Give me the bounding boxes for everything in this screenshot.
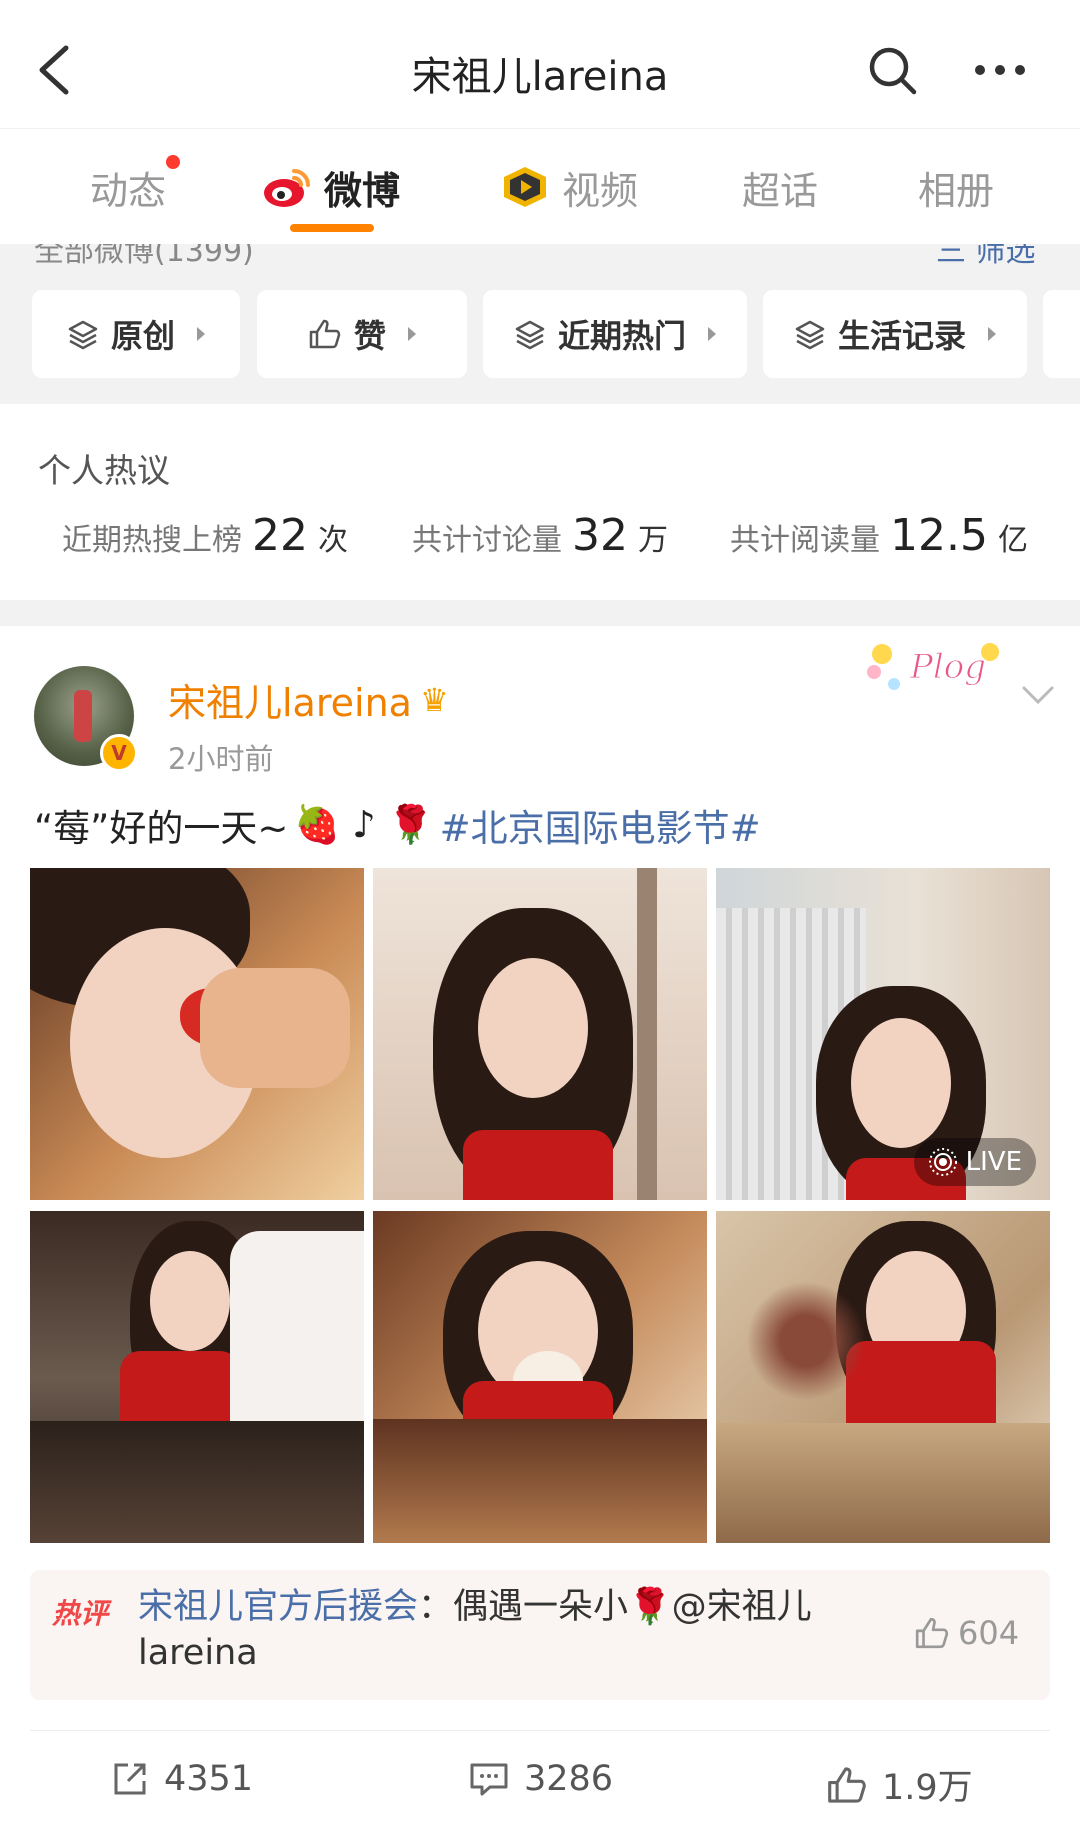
profile-tabs: 动态 微博 视频 超话 相册 bbox=[0, 128, 1080, 244]
weibo-logo-icon bbox=[264, 169, 310, 207]
share-button[interactable]: 4351 bbox=[110, 1759, 253, 1799]
caret-right-icon bbox=[197, 327, 205, 341]
post-emojis: 🍓 ♪ 🌹 bbox=[294, 803, 434, 846]
hashtag-link[interactable]: #北京国际电影节# bbox=[440, 798, 761, 852]
chip-label: 赞 bbox=[353, 317, 386, 355]
photo-grid: LIVE bbox=[30, 868, 1050, 1543]
filter-link[interactable]: 三 筛选 bbox=[936, 244, 1036, 270]
photo-3[interactable]: LIVE bbox=[716, 868, 1050, 1200]
photo-2[interactable] bbox=[373, 868, 707, 1200]
notification-dot bbox=[166, 155, 181, 169]
stat-value: 32 bbox=[572, 510, 628, 561]
stat-unit: 次 bbox=[318, 523, 348, 558]
like-button[interactable]: 1.9万 bbox=[826, 1759, 973, 1810]
all-posts-count: 全部微博(1399) bbox=[34, 244, 254, 269]
chip-label: 近期热门 bbox=[557, 317, 686, 355]
post-username[interactable]: 宋祖儿lareina ♛ bbox=[168, 672, 449, 727]
hot-comment-separator: ： bbox=[418, 1587, 454, 1627]
tab-video[interactable]: 视频 bbox=[500, 159, 638, 215]
section-divider bbox=[0, 600, 1080, 626]
svg-text:Plog: Plog bbox=[909, 647, 986, 687]
hot-comment-likes: 604 bbox=[958, 1614, 1020, 1652]
crown-icon: ♛ bbox=[419, 680, 449, 719]
tab-dynamic[interactable]: 动态 bbox=[90, 155, 181, 215]
like-count: 1.9万 bbox=[882, 1768, 973, 1808]
weibo-post: V 宋祖儿lareina ♛ 2小时前 Plog “莓”好的一天~ 🍓 ♪ 🌹 … bbox=[0, 626, 1080, 1825]
stat-unit: 万 bbox=[638, 523, 668, 558]
layers-icon bbox=[68, 320, 98, 350]
more-horizontal-icon[interactable] bbox=[972, 52, 1028, 88]
share-icon bbox=[114, 1763, 146, 1795]
hot-comment[interactable]: 热评 宋祖儿官方后援会：偶遇一朵小🌹@宋祖儿lareina 604 bbox=[30, 1570, 1050, 1700]
thumbs-up-icon bbox=[309, 319, 341, 349]
username-text: 宋祖儿lareina bbox=[168, 681, 412, 725]
caret-right-icon bbox=[708, 327, 716, 341]
comment-button[interactable]: 3286 bbox=[468, 1759, 613, 1799]
video-badge-icon bbox=[504, 167, 546, 207]
photo-6[interactable] bbox=[716, 1211, 1050, 1543]
post-action-bar: 4351 3286 1.9万 bbox=[30, 1730, 1050, 1825]
tab-super-topic[interactable]: 超话 bbox=[742, 159, 818, 215]
layers-icon bbox=[515, 320, 545, 350]
hot-comment-badge: 热评 bbox=[52, 1597, 109, 1630]
tab-label: 动态 bbox=[90, 168, 167, 213]
stat-label: 近期热搜上榜 bbox=[62, 523, 242, 558]
filter-chip-original[interactable]: 原创 bbox=[32, 290, 240, 378]
filter-band: 全部微博(1399) 三 筛选 原创 赞 近期热门 生活记录 bbox=[0, 244, 1080, 404]
hot-comment-like-button[interactable]: 604 bbox=[914, 1614, 1019, 1652]
top-bar: 宋祖儿lareina bbox=[0, 0, 1080, 128]
tab-label: 微博 bbox=[324, 168, 401, 213]
tab-weibo[interactable]: 微博 bbox=[262, 159, 400, 215]
chevron-down-icon[interactable] bbox=[1018, 680, 1058, 710]
share-count: 4351 bbox=[164, 1759, 254, 1799]
caret-right-icon bbox=[408, 327, 416, 341]
live-label: LIVE bbox=[965, 1147, 1022, 1177]
heat-title: 个人热议 bbox=[38, 451, 170, 490]
search-icon[interactable] bbox=[866, 44, 918, 96]
page-title: 宋祖儿lareina bbox=[411, 54, 669, 100]
stat-value: 22 bbox=[252, 510, 308, 561]
filter-chip-recent-hot[interactable]: 近期热门 bbox=[483, 290, 747, 378]
tab-label: 超话 bbox=[742, 168, 819, 213]
filter-chip-life-record[interactable]: 生活记录 bbox=[763, 290, 1027, 378]
filter-chip-like[interactable]: 赞 bbox=[257, 290, 467, 378]
comment-count: 3286 bbox=[524, 1759, 614, 1799]
live-photo-icon bbox=[928, 1148, 957, 1176]
caret-right-icon bbox=[988, 327, 996, 341]
filter-chip-more[interactable] bbox=[1043, 290, 1080, 378]
photo-1[interactable] bbox=[30, 868, 364, 1200]
hot-comment-text: 宋祖儿官方后援会：偶遇一朵小🌹@宋祖儿lareina bbox=[138, 1584, 858, 1676]
thumbs-up-icon bbox=[828, 1766, 866, 1803]
stat-reads: 共计阅读量 12.5 亿 bbox=[730, 510, 1028, 561]
chip-label: 原创 bbox=[110, 317, 175, 355]
tab-label: 相册 bbox=[918, 168, 995, 213]
post-text-body: “莓”好的一天~ bbox=[34, 807, 289, 850]
tab-label: 视频 bbox=[562, 168, 639, 213]
stat-unit: 亿 bbox=[997, 523, 1028, 558]
photo-5[interactable] bbox=[373, 1211, 707, 1543]
personal-heat-card: 个人热议 近期热搜上榜 22 次 共计讨论量 32 万 共计阅读量 12.5 亿 bbox=[0, 404, 1080, 600]
stat-label: 共计讨论量 bbox=[412, 523, 562, 558]
post-text: “莓”好的一天~ 🍓 ♪ 🌹 #北京国际电影节# bbox=[34, 798, 761, 852]
live-badge[interactable]: LIVE bbox=[913, 1138, 1036, 1186]
hot-comment-author[interactable]: 宋祖儿官方后援会 bbox=[138, 1587, 418, 1627]
stat-hot-search: 近期热搜上榜 22 次 bbox=[62, 510, 348, 561]
chip-label: 生活记录 bbox=[837, 317, 966, 355]
post-time: 2小时前 bbox=[168, 742, 274, 776]
active-tab-indicator bbox=[290, 224, 374, 232]
tab-album[interactable]: 相册 bbox=[918, 159, 994, 215]
comment-icon bbox=[470, 1763, 508, 1796]
verified-badge-icon: V bbox=[100, 734, 138, 772]
thumbs-up-icon bbox=[915, 1617, 949, 1649]
layers-icon bbox=[795, 320, 825, 350]
stat-value: 12.5 bbox=[890, 510, 988, 561]
stat-label: 共计阅读量 bbox=[730, 523, 880, 558]
photo-4[interactable] bbox=[30, 1211, 364, 1543]
plog-sticker-icon: Plog bbox=[867, 643, 999, 690]
stat-discussion: 共计讨论量 32 万 bbox=[412, 510, 668, 561]
